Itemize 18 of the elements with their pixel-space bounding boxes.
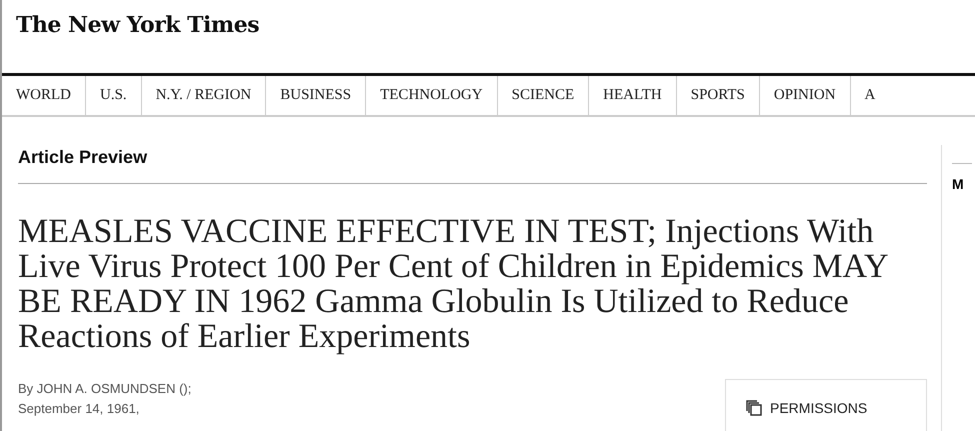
byline: By JOHN A. OSMUNDSEN (); — [18, 380, 192, 398]
permissions-button[interactable]: PERMISSIONS — [725, 379, 927, 431]
nav-link[interactable]: BUSINESS — [266, 76, 366, 115]
nav-link[interactable]: OPINION — [760, 76, 851, 115]
section-title: Article Preview — [18, 147, 927, 184]
nav-link[interactable]: SCIENCE — [498, 76, 590, 115]
nav-link[interactable]: N.Y. / REGION — [142, 76, 266, 115]
nav-link[interactable]: SPORTS — [676, 76, 760, 115]
nav-link[interactable]: TECHNOLOGY — [366, 76, 498, 115]
nav-link[interactable]: A — [850, 76, 876, 115]
publish-date: September 14, 1961, — [18, 400, 140, 418]
nav-link[interactable]: WORLD — [2, 76, 86, 115]
sidebar-heading: M — [952, 176, 965, 192]
nav-link[interactable]: HEALTH — [589, 76, 677, 115]
article-headline: MEASLES VACCINE EFFECTIVE IN TEST; Injections With Live Virus Protect 100 Per Cent of Children in Epidemics MAY BE READY IN 1962 Gamma Globulin Is Utilized to Reduce Reactions of Earlier Experiments — [18, 214, 889, 354]
nav-link[interactable]: U.S. — [86, 76, 142, 115]
copy-icon — [746, 400, 762, 416]
newspaper-logo[interactable]: The New York Times — [16, 12, 260, 38]
